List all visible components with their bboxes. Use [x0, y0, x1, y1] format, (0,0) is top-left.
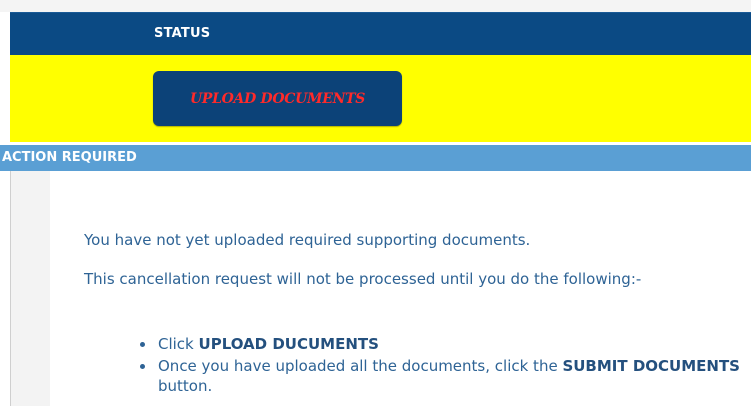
- page: STATUS UPLOAD DOCUMENTS ACTION REQUIRED …: [0, 0, 751, 406]
- status-header: STATUS: [10, 12, 751, 56]
- status-row: UPLOAD DOCUMENTS: [10, 55, 751, 142]
- list-item: Click UPLOAD DUCUMENTS: [140, 334, 740, 354]
- bullet-icon: [140, 342, 145, 347]
- upload-documents-reference: UPLOAD DUCUMENTS: [198, 335, 379, 353]
- top-edge: [0, 0, 751, 12]
- left-rail: [10, 171, 51, 406]
- message-not-uploaded: You have not yet uploaded required suppo…: [84, 231, 531, 249]
- submit-documents-reference: SUBMIT DOCUMENTS: [562, 357, 740, 375]
- step-1-prefix: Click: [158, 335, 199, 353]
- bullet-icon: [140, 364, 145, 369]
- action-required-header: ACTION REQUIRED: [0, 145, 751, 171]
- step-2-prefix: Once you have uploaded all the documents…: [158, 357, 563, 375]
- steps-list: Click UPLOAD DUCUMENTS Once you have upl…: [140, 334, 740, 398]
- message-not-processed: This cancellation request will not be pr…: [84, 270, 642, 288]
- action-required-label: ACTION REQUIRED: [2, 150, 137, 165]
- list-item: Once you have uploaded all the documents…: [140, 356, 740, 396]
- upload-documents-button[interactable]: UPLOAD DOCUMENTS: [153, 71, 402, 126]
- status-header-label: STATUS: [154, 26, 211, 41]
- action-content: You have not yet uploaded required suppo…: [50, 171, 751, 406]
- step-2-suffix: button.: [158, 377, 213, 395]
